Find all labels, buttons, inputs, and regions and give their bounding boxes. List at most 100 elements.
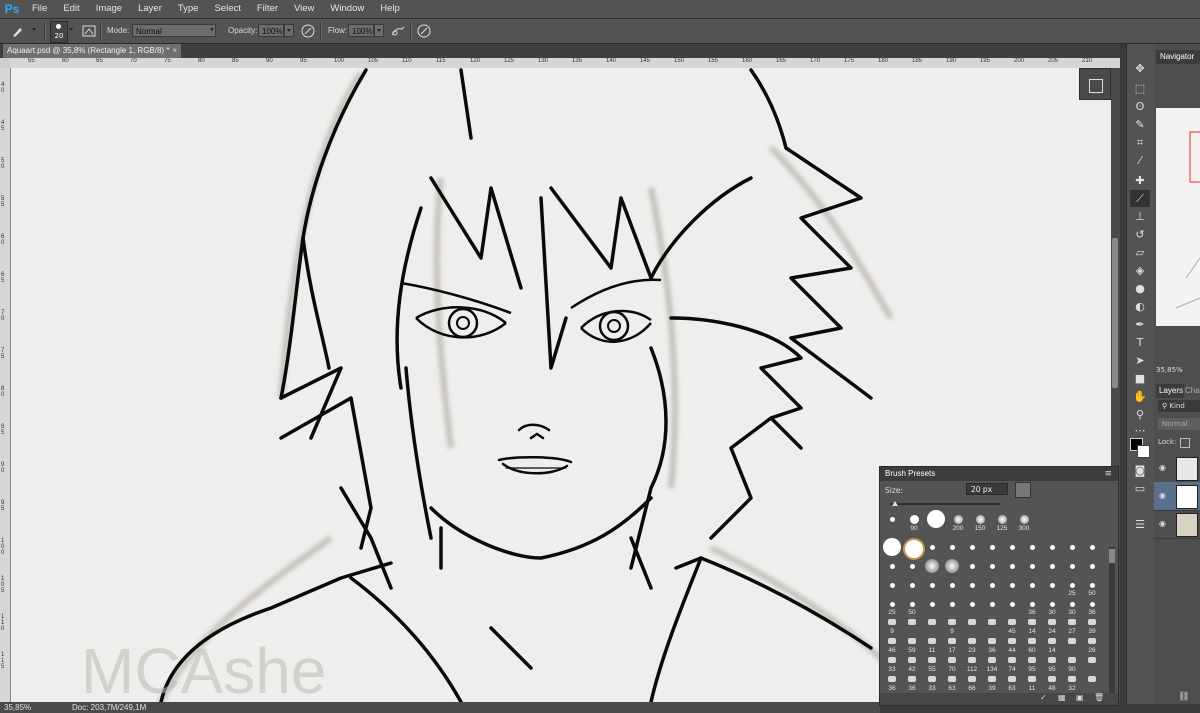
brush-tip[interactable] — [1069, 544, 1075, 550]
brush-tip[interactable] — [949, 544, 955, 550]
airbrush-icon[interactable] — [390, 23, 406, 39]
brush-tip[interactable] — [969, 544, 975, 550]
brush-tip[interactable] — [1029, 582, 1035, 588]
brush-tip[interactable] — [1009, 563, 1015, 569]
brush-tip[interactable] — [988, 676, 996, 682]
brush-tip[interactable] — [968, 619, 976, 625]
brush-tip[interactable] — [1028, 619, 1036, 625]
menu-view[interactable]: View — [286, 0, 322, 18]
brush-tip[interactable] — [1028, 676, 1036, 682]
create-brush-icon[interactable]: ▦ — [1058, 693, 1066, 702]
lasso-tool-icon[interactable]: ʘ — [1130, 98, 1150, 115]
brush-tip[interactable] — [889, 563, 895, 569]
size-slider-track[interactable] — [890, 503, 1000, 505]
brush-tip[interactable] — [929, 601, 935, 607]
menu-image[interactable]: Image — [88, 0, 130, 18]
brush-tip[interactable] — [945, 559, 959, 573]
brush-tip[interactable] — [883, 538, 901, 556]
brush-tip[interactable] — [888, 619, 896, 625]
navigator-tab[interactable]: Navigator — [1156, 50, 1200, 64]
layers-tab[interactable]: Layers — [1156, 384, 1184, 398]
brush-tip[interactable] — [928, 676, 936, 682]
brush-tip[interactable] — [1049, 544, 1055, 550]
brush-tip[interactable] — [1009, 582, 1015, 588]
brush-tip[interactable] — [1088, 619, 1096, 625]
brush-tool-icon[interactable] — [10, 23, 26, 39]
layer-row-1[interactable]: ◉ — [1154, 454, 1200, 483]
brush-tip[interactable] — [948, 619, 956, 625]
layer-kind-filter[interactable]: ⚲ Kind — [1158, 400, 1200, 412]
size-slider-thumb[interactable] — [892, 501, 898, 506]
brush-tip[interactable] — [949, 601, 955, 607]
reset-brush-icon[interactable] — [1015, 482, 1031, 498]
brush-presets-header[interactable]: Brush Presets ≡ — [880, 467, 1118, 481]
pressure-opacity-icon[interactable] — [300, 23, 316, 39]
clone-stamp-tool-icon[interactable]: ⊥ — [1130, 208, 1150, 225]
scroll-thumb[interactable] — [1112, 238, 1118, 388]
brush-tip[interactable] — [1028, 657, 1036, 663]
brush-tip[interactable] — [949, 582, 955, 588]
brush-tip[interactable] — [1089, 544, 1095, 550]
opacity-input[interactable]: 100% — [258, 24, 284, 37]
dodge-tool-icon[interactable]: ◐ — [1130, 298, 1150, 315]
menu-layer[interactable]: Layer — [130, 0, 170, 18]
panel-adjust-icon[interactable]: ☰ — [1130, 516, 1150, 533]
more-tools-icon[interactable]: ⋯ — [1130, 422, 1150, 439]
brush-tip[interactable] — [948, 657, 956, 663]
menu-type[interactable]: Type — [170, 0, 207, 18]
link-layers-icon[interactable]: ⛓ — [1178, 692, 1189, 702]
brush-tip[interactable] — [968, 638, 976, 644]
brush-tip[interactable] — [988, 619, 996, 625]
history-brush-tool-icon[interactable]: ↺ — [1130, 226, 1150, 243]
crop-tool-icon[interactable]: ⌗ — [1130, 134, 1150, 151]
brush-panel-toggle-icon[interactable] — [81, 23, 97, 39]
brush-tip[interactable] — [1049, 601, 1055, 607]
layer-row-2-selected[interactable]: ◉ — [1154, 482, 1200, 511]
brush-tip[interactable] — [1068, 657, 1076, 663]
document-tab[interactable]: Aquaart.psd @ 35,8% (Rectangle 1, RGB/8)… — [3, 44, 181, 58]
brush-tip[interactable] — [927, 510, 945, 528]
brush-tip[interactable] — [1009, 544, 1015, 550]
brush-tip[interactable] — [1089, 601, 1095, 607]
brush-tip[interactable] — [997, 514, 1007, 524]
brush-tip[interactable] — [989, 544, 995, 550]
brush-tip[interactable] — [1008, 676, 1016, 682]
visibility-eye-icon[interactable]: ◉ — [1159, 519, 1166, 528]
path-select-tool-icon[interactable]: ➤ — [1130, 352, 1150, 369]
brush-tip[interactable] — [908, 657, 916, 663]
marquee-tool-icon[interactable]: ⬚ — [1130, 80, 1150, 97]
brush-tip[interactable] — [888, 676, 896, 682]
menu-filter[interactable]: Filter — [249, 0, 286, 18]
menu-edit[interactable]: Edit — [55, 0, 87, 18]
brush-tip[interactable] — [1048, 619, 1056, 625]
paint-bucket-tool-icon[interactable]: ◈ — [1130, 262, 1150, 279]
brush-tip[interactable] — [1049, 563, 1055, 569]
delete-brush-icon[interactable]: 🗑 — [1094, 693, 1104, 702]
brush-tip[interactable] — [953, 514, 963, 524]
brush-tip[interactable] — [909, 563, 915, 569]
panel-expand-icon[interactable] — [1089, 79, 1103, 93]
brush-tip[interactable] — [1008, 657, 1016, 663]
brush-tip[interactable] — [908, 638, 916, 644]
rectangle-tool-icon[interactable]: ■ — [1130, 370, 1150, 387]
brush-tip[interactable] — [928, 619, 936, 625]
visibility-eye-icon[interactable]: ◉ — [1159, 463, 1166, 472]
brush-tip[interactable] — [908, 676, 916, 682]
brush-tip[interactable] — [1048, 638, 1056, 644]
brush-tip[interactable] — [969, 582, 975, 588]
blur-tool-icon[interactable]: ● — [1130, 280, 1150, 297]
brush-tip[interactable] — [889, 516, 895, 522]
brush-tip[interactable] — [1069, 601, 1075, 607]
brush-tip[interactable] — [1089, 582, 1095, 588]
panel-menu-icon[interactable]: ≡ — [1104, 467, 1112, 481]
zoom-level[interactable]: 35,85% — [4, 702, 31, 713]
brush-tip[interactable] — [928, 657, 936, 663]
pen-tool-icon[interactable]: ✒ — [1130, 316, 1150, 333]
flow-slider-dropdown[interactable] — [374, 24, 384, 37]
brush-tip[interactable] — [1068, 676, 1076, 682]
ruler-left[interactable]: 40 45 50 55 60 65 70 75 80 85 90 95 100 105 110 115 — [0, 68, 11, 702]
opacity-slider-dropdown[interactable] — [284, 24, 294, 37]
collapsed-panel-dock[interactable] — [1079, 68, 1111, 100]
doc-size[interactable]: Doc: 203,7M/249,1M — [72, 702, 146, 713]
brush-tip[interactable] — [969, 563, 975, 569]
